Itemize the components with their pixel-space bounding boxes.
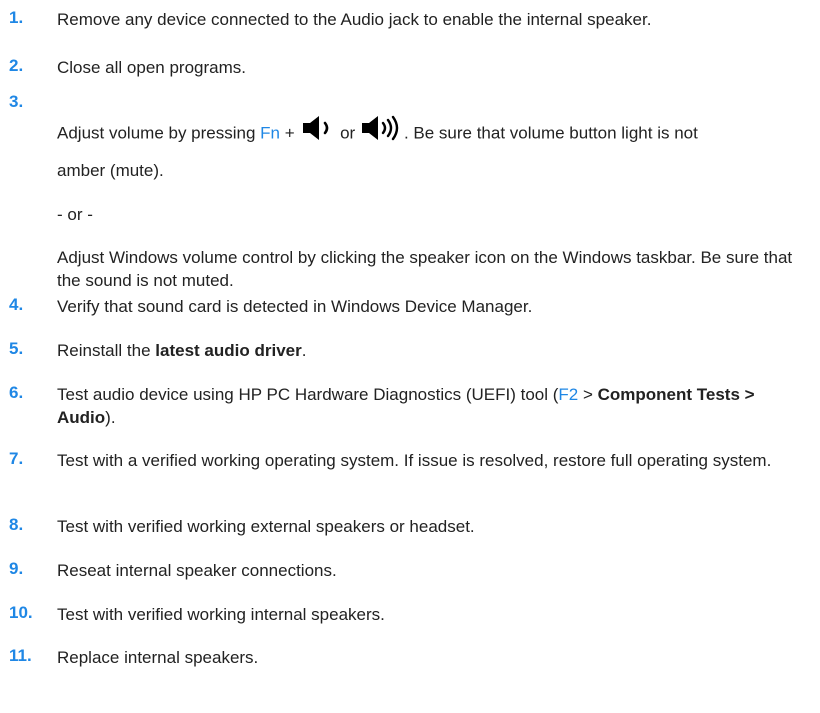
step-number: 7. [9,449,24,468]
step-text: Test with a verified working operating s… [57,451,772,470]
step-text-part: > [578,385,598,404]
step-number: 8. [9,515,24,534]
step-text-part: Test audio device using HP PC Hardware D… [57,385,559,404]
step-text: Verify that sound card is detected in Wi… [57,297,533,316]
step-number: 10. [9,603,33,622]
fn-key: Fn [260,123,280,143]
or-separator: - or - [57,205,93,224]
step-number: 6. [9,383,24,402]
step-number: 5. [9,339,24,358]
step-text: Test with verified working internal spea… [57,605,385,624]
step-text-part: . [301,341,307,360]
step-number: 11. [9,646,32,665]
step-number: 1. [9,8,24,27]
volume-up-icon [360,113,404,149]
step-number: 2. [9,56,24,75]
step-text: Test audio device using HP PC Hardware D… [57,383,810,429]
step-number: 3. [9,92,24,111]
step-text-part: Reinstall the [57,341,156,360]
volume-down-icon [299,113,335,149]
step-text: Remove any device connected to the Audio… [57,10,652,29]
latest-audio-driver: latest audio driver [155,341,302,360]
f2-key: F2 [558,385,579,404]
step-text: Test with verified working external spea… [57,517,475,536]
step-text-part: . Be sure that volume button light is no… [403,123,698,143]
step-number: 9. [9,559,24,578]
step-text: Close all open programs. [57,58,246,77]
step-number: 4. [9,295,24,314]
step-text-part: ). [105,408,116,427]
step-text-part: Adjust volume by pressing [57,123,261,143]
step-text: Reseat internal speaker connections. [57,561,337,580]
step-text-continued: amber (mute). [57,161,164,180]
step-text-part: or [335,123,360,143]
instruction-page: { "steps": [ {"num": "1.", "text": "Remo… [0,0,820,713]
step-text: Reinstall the latest audio driver. [57,339,810,362]
step-text-part: + [280,123,300,143]
step-text: Adjust volume by pressing Fn + or . Be s… [57,113,810,152]
step-text: Replace internal speakers. [57,648,259,667]
alternative-text: Adjust Windows volume control by clickin… [57,248,793,290]
